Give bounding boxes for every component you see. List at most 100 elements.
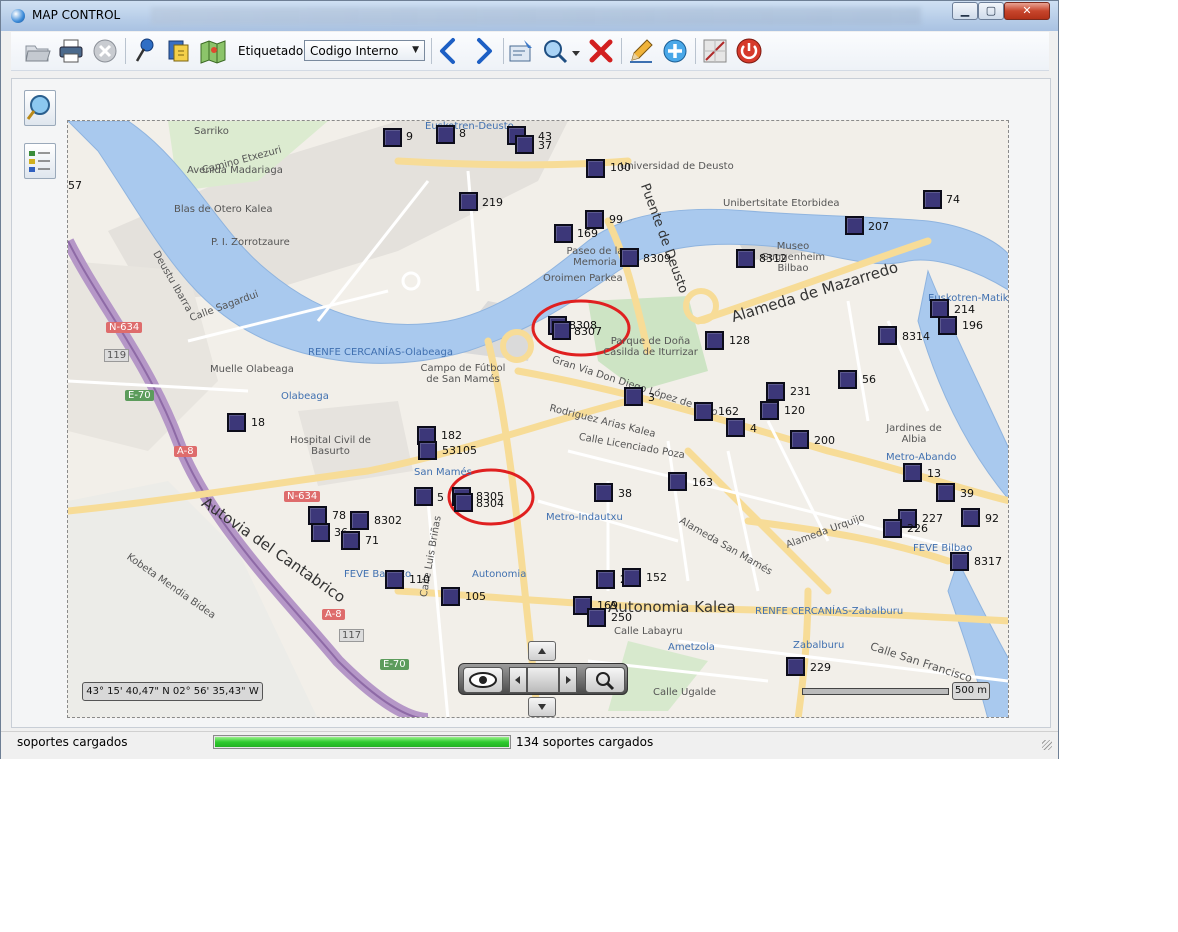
support-marker[interactable] — [554, 224, 573, 243]
support-marker[interactable] — [694, 402, 713, 421]
map-icon[interactable] — [199, 37, 227, 65]
support-marker[interactable] — [515, 135, 534, 154]
marker-label: 110 — [409, 573, 430, 586]
marker-label: 8302 — [374, 514, 402, 527]
pin-icon[interactable] — [131, 37, 159, 65]
support-marker[interactable] — [552, 321, 571, 340]
view-button[interactable] — [463, 667, 503, 693]
support-marker[interactable] — [620, 248, 639, 267]
cancel-icon[interactable] — [91, 37, 119, 65]
support-marker[interactable] — [936, 483, 955, 502]
print-icon[interactable] — [57, 37, 85, 65]
support-marker[interactable] — [845, 216, 864, 235]
pan-left-button[interactable] — [509, 667, 527, 693]
support-marker[interactable] — [950, 552, 969, 571]
support-marker[interactable] — [594, 483, 613, 502]
support-marker[interactable] — [760, 401, 779, 420]
road-badge-117: 117 — [339, 629, 365, 642]
support-marker[interactable] — [705, 331, 724, 350]
toolbar: Etiquetado: Codigo Interno ▼ — [11, 32, 1049, 71]
layers-icon[interactable] — [165, 37, 193, 65]
resize-grip-icon[interactable] — [1042, 740, 1052, 750]
zoom-tool-button[interactable] — [24, 90, 56, 126]
station-label: Zabalburu — [793, 640, 845, 651]
support-marker[interactable] — [726, 418, 745, 437]
support-marker[interactable] — [624, 387, 643, 406]
minimize-button[interactable]: ▁ — [952, 2, 978, 20]
map-view[interactable]: N-634 N-634 E-70 E-70 A-8 A-8 119 117 Al… — [67, 120, 1009, 718]
support-marker[interactable] — [622, 568, 641, 587]
station-label: RENFE CERCANÍAS-Olabeaga — [308, 347, 453, 358]
street-label: Calle Ugalde — [653, 687, 717, 698]
support-marker[interactable] — [459, 192, 478, 211]
support-marker[interactable] — [587, 608, 606, 627]
etiquetado-select[interactable]: Codigo Interno ▼ — [304, 40, 425, 61]
support-marker[interactable] — [961, 508, 980, 527]
marker-label: 105 — [465, 590, 486, 603]
scale-bar — [802, 688, 949, 695]
marker-label: 5 — [437, 491, 444, 504]
support-marker[interactable] — [383, 128, 402, 147]
delete-icon[interactable] — [587, 37, 615, 65]
support-marker[interactable] — [903, 463, 922, 482]
back-arrow-icon[interactable] — [435, 37, 463, 65]
title-bar[interactable]: MAP CONTROL ▁ ▢ ✕ — [1, 1, 1058, 31]
support-marker[interactable] — [786, 657, 805, 676]
dropdown-arrow-icon[interactable] — [571, 37, 581, 65]
support-marker[interactable] — [414, 487, 433, 506]
close-button[interactable]: ✕ — [1004, 2, 1050, 20]
support-marker[interactable] — [838, 370, 857, 389]
forward-arrow-icon[interactable] — [469, 37, 497, 65]
pan-center-button[interactable] — [527, 667, 559, 693]
edit-pencil-icon[interactable] — [627, 37, 655, 65]
support-marker[interactable] — [878, 326, 897, 345]
properties-icon[interactable] — [507, 37, 535, 65]
support-marker[interactable] — [418, 441, 437, 460]
street-label: Blas de Otero Kalea — [174, 204, 273, 215]
support-marker[interactable] — [385, 570, 404, 589]
support-marker[interactable] — [923, 190, 942, 209]
marker-label: 229 — [810, 661, 831, 674]
add-icon[interactable] — [661, 37, 689, 65]
support-marker[interactable] — [766, 382, 785, 401]
street-label: Muelle Olabeaga — [210, 364, 294, 375]
legend-button[interactable] — [24, 143, 56, 179]
support-marker[interactable] — [436, 125, 455, 144]
zoom-button[interactable] — [585, 667, 625, 693]
marker-label: 196 — [962, 319, 983, 332]
support-marker[interactable] — [596, 570, 615, 589]
maximize-button[interactable]: ▢ — [978, 2, 1004, 20]
power-icon[interactable] — [735, 37, 763, 65]
legend-icon — [29, 151, 50, 172]
support-marker[interactable] — [668, 472, 687, 491]
close-icon: ✕ — [1022, 4, 1032, 17]
support-marker[interactable] — [350, 511, 369, 530]
map-control-window: MAP CONTROL ▁ ▢ ✕ Etiquetado: Codigo Int… — [0, 0, 1059, 759]
coordinates-readout: 43° 15' 40,47" N 02° 56' 35,43" W — [82, 682, 263, 701]
road-badge-a8-2: A-8 — [322, 609, 345, 620]
support-marker[interactable] — [227, 413, 246, 432]
support-marker[interactable] — [311, 523, 330, 542]
support-marker[interactable] — [341, 531, 360, 550]
marker-label: 100 — [610, 161, 631, 174]
marker-label: 38 — [618, 487, 632, 500]
maximize-icon: ▢ — [985, 4, 997, 17]
marker-label: 4 — [750, 422, 757, 435]
support-marker[interactable] — [883, 519, 902, 538]
pan-right-button[interactable] — [559, 667, 577, 693]
marker-label: 152 — [646, 571, 667, 584]
support-marker[interactable] — [736, 249, 755, 268]
support-marker[interactable] — [586, 159, 605, 178]
pan-down-button[interactable] — [528, 697, 556, 717]
support-marker[interactable] — [441, 587, 460, 606]
toolbar-separator — [695, 38, 696, 64]
open-icon[interactable] — [23, 37, 51, 65]
zoom-search-icon[interactable] — [541, 37, 569, 65]
pan-up-button[interactable] — [528, 641, 556, 661]
support-marker[interactable] — [454, 493, 473, 512]
status-text: soportes cargados — [17, 735, 128, 749]
support-marker[interactable] — [790, 430, 809, 449]
route-icon[interactable] — [701, 37, 729, 65]
marker-label: 78 — [332, 509, 346, 522]
support-marker[interactable] — [938, 316, 957, 335]
